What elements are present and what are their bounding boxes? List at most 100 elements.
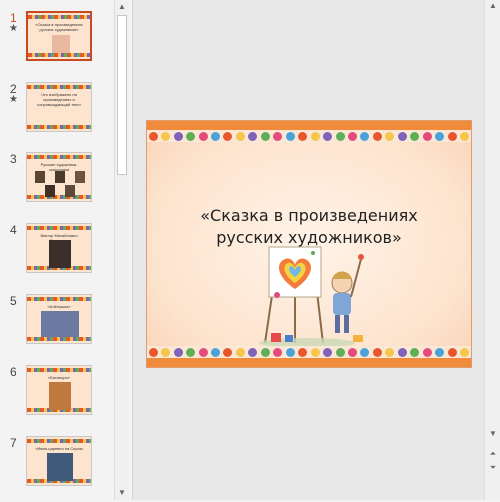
flower-ornament	[372, 131, 382, 141]
slide-thumbnail[interactable]: «Богатыри»	[26, 365, 92, 415]
flower-ornament	[260, 347, 270, 357]
slide-thumbnail-row[interactable]: 2 ★ Что изображено на произведениях и сопр…	[0, 82, 114, 148]
flower-ornament	[385, 131, 395, 141]
flower-ornament	[323, 347, 333, 357]
thumbnail-top-border	[27, 439, 91, 443]
flower-ornament	[148, 131, 158, 141]
flower-ornament	[235, 347, 245, 357]
thumbnail-bottom-border	[27, 195, 91, 199]
flower-ornament	[460, 131, 470, 141]
slide-thumbnail[interactable]: «Алёнушка»	[26, 294, 92, 344]
thumbnail-top-border	[27, 297, 91, 301]
thumbnail-caption: «Сказка в произведениях русских художник…	[35, 22, 83, 32]
thumbnail-image	[55, 171, 65, 183]
flower-ornament	[186, 347, 196, 357]
thumbnail-bottom-border	[28, 53, 90, 57]
slide-thumbnail-row[interactable]: 7 «Иван-царевич на Сером волке»	[0, 436, 114, 502]
flower-ornament	[273, 347, 283, 357]
flower-ornament	[298, 131, 308, 141]
slide-thumbnail[interactable]: «Сказка в произведениях русских художник…	[26, 11, 92, 61]
thumbnail-image	[35, 171, 45, 183]
flower-ornament	[223, 347, 233, 357]
thumbnail-bottom-border	[27, 125, 91, 129]
flower-ornament	[410, 347, 420, 357]
flower-ornament	[161, 131, 171, 141]
thumbnail-caption: Что изображено на произведениях и сопров…	[37, 92, 81, 107]
slide-editor: «Сказка в произведениях русских художник…	[132, 0, 485, 500]
flower-ornament	[198, 347, 208, 357]
thumbnail-scrollbar[interactable]: ▲ ▼	[114, 0, 129, 500]
slide-top-flower-border	[147, 130, 471, 142]
scroll-down-arrow-icon[interactable]: ▼	[115, 486, 129, 500]
slide-number: 4	[10, 223, 17, 237]
slide-thumbnail-row[interactable]: 4 Виктор Михайлович Васнецов	[0, 223, 114, 289]
flower-ornament	[210, 131, 220, 141]
slide-title[interactable]: «Сказка в произведениях русских художник…	[167, 205, 451, 249]
slide-thumbnail[interactable]: «Иван-царевич на Сером волке»	[26, 436, 92, 486]
flower-ornament	[248, 347, 258, 357]
thumbnail-image	[49, 382, 71, 410]
flower-ornament	[347, 347, 357, 357]
slide-thumbnail[interactable]: Русские художники-сказочники	[26, 152, 92, 202]
slide-bottom-band	[147, 358, 471, 367]
slide-number: 6	[10, 365, 17, 379]
flower-ornament	[235, 131, 245, 141]
flower-ornament	[210, 347, 220, 357]
flower-ornament	[223, 131, 233, 141]
thumbnail-image	[41, 311, 79, 337]
slide-thumbnail-row[interactable]: 1 ★ «Сказка в произведениях русских художн…	[0, 11, 114, 77]
slide-thumbnail-row[interactable]: 3 Русские художники-сказочники	[0, 152, 114, 218]
thumbnail-top-border	[27, 85, 91, 89]
flower-ornament	[435, 347, 445, 357]
flower-ornament	[347, 131, 357, 141]
flower-ornament	[148, 347, 158, 357]
thumbnail-image	[47, 453, 73, 481]
flower-ornament	[186, 131, 196, 141]
flower-ornament	[285, 131, 295, 141]
slide-top-band	[147, 121, 471, 130]
slide-number: 3	[10, 152, 17, 166]
slide-thumbnail-row[interactable]: 5 «Алёнушка»	[0, 294, 114, 360]
flower-ornament	[298, 347, 308, 357]
current-slide[interactable]: «Сказка в произведениях русских художник…	[146, 120, 472, 368]
flower-ornament	[335, 131, 345, 141]
flower-ornament	[323, 131, 333, 141]
slide-number: 7	[10, 436, 17, 450]
flower-ornament	[173, 131, 183, 141]
thumbnail-top-border	[28, 15, 90, 19]
slide-bottom-flower-border	[147, 346, 471, 358]
flower-ornament	[447, 131, 457, 141]
flower-ornament	[248, 131, 258, 141]
flower-ornament	[397, 347, 407, 357]
star-icon: ★	[9, 23, 18, 34]
flower-ornament	[161, 347, 171, 357]
editor-scrollbar[interactable]: ▲ ▼ ⏶ ⏷	[484, 0, 500, 500]
thumbnail-image	[49, 240, 71, 268]
flower-ornament	[385, 347, 395, 357]
slide-thumbnail-row[interactable]: 6 «Богатыри»	[0, 365, 114, 431]
thumbnail-top-border	[27, 155, 91, 159]
flower-ornament	[460, 347, 470, 357]
flower-ornament	[198, 131, 208, 141]
thumbnail-scroll-thumb[interactable]	[117, 15, 127, 175]
scroll-down-arrow-icon[interactable]: ▼	[486, 428, 500, 440]
flower-ornament	[397, 131, 407, 141]
flower-ornament	[435, 131, 445, 141]
flower-ornament	[422, 347, 432, 357]
flower-ornament	[173, 347, 183, 357]
thumbnail-image	[52, 35, 70, 53]
thumbnail-top-border	[27, 226, 91, 230]
slide-thumbnail-pane: 1 ★ «Сказка в произведениях русских художн…	[0, 0, 114, 500]
previous-slide-icon[interactable]: ⏶	[486, 448, 500, 460]
slide-thumbnail[interactable]: Что изображено на произведениях и сопров…	[26, 82, 92, 132]
slide-thumbnail[interactable]: Виктор Михайлович Васнецов	[26, 223, 92, 273]
scroll-up-arrow-icon[interactable]: ▲	[486, 0, 500, 12]
flower-ornament	[360, 131, 370, 141]
flower-ornament	[285, 347, 295, 357]
scroll-up-arrow-icon[interactable]: ▲	[115, 0, 129, 14]
flower-ornament	[310, 131, 320, 141]
star-icon: ★	[9, 94, 18, 105]
next-slide-icon[interactable]: ⏷	[486, 462, 500, 474]
thumbnail-image	[75, 171, 85, 183]
flower-ornament	[260, 131, 270, 141]
